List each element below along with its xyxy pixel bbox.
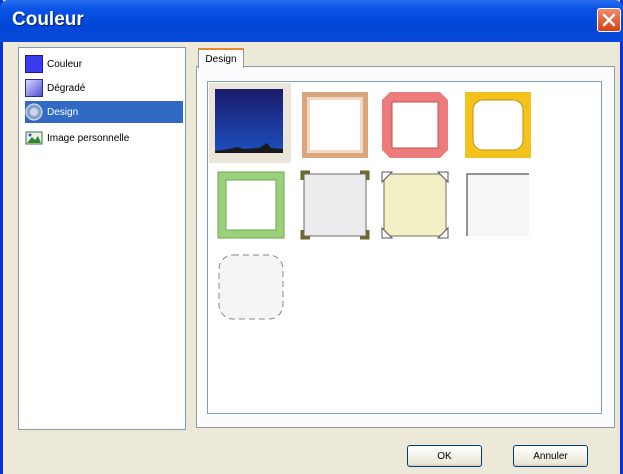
close-button[interactable] — [597, 8, 621, 32]
dialog-window: Couleur Couleur Dégradé Design Image per… — [0, 0, 623, 474]
tab-label: Design — [205, 53, 237, 65]
red-octagon-frame-thumbnail — [382, 92, 448, 158]
design-tile-green-frame[interactable] — [216, 170, 286, 240]
sidebar-item-label: Design — [47, 106, 79, 118]
design-tile-night-sky[interactable] — [209, 83, 291, 163]
design-tile-copper-frame[interactable] — [300, 90, 370, 160]
design-tile-plain-white-frame[interactable] — [463, 170, 533, 240]
gray-corner-frame-thumbnail — [300, 170, 370, 240]
design-tile-gray-corner-frame[interactable] — [300, 170, 370, 240]
ok-button[interactable]: OK — [407, 445, 482, 467]
gold-rounded-frame-thumbnail — [465, 92, 531, 158]
tab-design[interactable]: Design — [198, 48, 244, 68]
category-list: Couleur Dégradé Design Image personnelle — [18, 47, 186, 430]
dashed-rounded-frame-thumbnail — [218, 254, 284, 320]
night-sky-thumbnail — [215, 89, 283, 153]
green-frame-thumbnail — [217, 171, 285, 239]
sidebar-item-degrade[interactable]: Dégradé — [25, 77, 183, 99]
close-icon — [602, 13, 616, 27]
design-gallery — [207, 81, 602, 414]
sidebar-item-couleur[interactable]: Couleur — [25, 53, 183, 75]
plain-white-frame-thumbnail — [466, 173, 529, 236]
design-icon — [25, 103, 43, 121]
ok-button-label: OK — [437, 450, 452, 462]
design-tile-cream-corner-frame[interactable] — [380, 170, 450, 240]
sidebar-item-label: Dégradé — [47, 82, 86, 94]
sidebar-item-label: Couleur — [47, 58, 83, 70]
cream-corner-frame-thumbnail — [381, 171, 449, 239]
cancel-button[interactable]: Annuler — [513, 445, 588, 467]
design-tile-dashed-rounded-frame[interactable] — [216, 252, 286, 322]
cancel-button-label: Annuler — [533, 450, 568, 462]
sidebar-item-label: Image personnelle — [47, 132, 130, 144]
image-icon — [25, 131, 43, 145]
window-title: Couleur — [12, 9, 84, 30]
copper-frame-thumbnail — [302, 92, 368, 158]
design-tile-gold-rounded-frame[interactable] — [463, 90, 533, 160]
title-bar[interactable]: Couleur — [0, 0, 623, 42]
sidebar-item-design[interactable]: Design — [25, 101, 183, 123]
gradient-icon — [25, 79, 43, 97]
color-swatch-icon — [25, 55, 43, 73]
design-tile-red-octagon-frame[interactable] — [380, 90, 450, 160]
sidebar-item-image-personnelle[interactable]: Image personnelle — [25, 127, 183, 149]
